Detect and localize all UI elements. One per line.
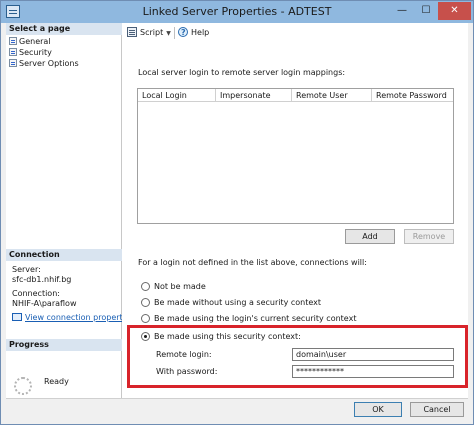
radio-button[interactable] xyxy=(141,314,150,323)
column-header-remote-password[interactable]: Remote Password xyxy=(372,89,453,102)
login-mappings-grid[interactable]: Local Login Impersonate Remote User Remo… xyxy=(137,88,454,224)
page-item-security[interactable]: Security xyxy=(9,47,52,58)
script-button[interactable]: Script ▼ xyxy=(127,27,171,40)
help-icon xyxy=(178,27,188,39)
title-bar[interactable]: Linked Server Properties - ADTEST — ☐ ✕ xyxy=(1,1,473,23)
radio-current-security-context[interactable]: Be made using the login's current securi… xyxy=(141,313,356,324)
view-connection-properties-label: View connection properties xyxy=(25,313,134,322)
radio-label: Be made without using a security context xyxy=(154,298,322,307)
page-item-label: Security xyxy=(19,48,52,57)
page-icon xyxy=(9,37,17,45)
radio-without-security-context[interactable]: Be made without using a security context xyxy=(141,297,321,308)
page-item-label: Server Options xyxy=(19,59,79,68)
connection-label: Connection: xyxy=(12,289,60,298)
toolbar: Script▼ Help xyxy=(122,23,468,43)
radio-label: Be made using the login's current securi… xyxy=(154,314,357,323)
server-value: sfc-db1.nhif.bg xyxy=(12,275,72,284)
progress-header: Progress xyxy=(6,339,122,351)
remote-login-label: Remote login: xyxy=(156,350,212,359)
help-button[interactable]: Help xyxy=(178,27,209,39)
connection-value: NHIF-A\paraflow xyxy=(12,299,77,308)
server-label: Server: xyxy=(12,265,41,274)
close-button[interactable]: ✕ xyxy=(438,2,471,20)
page-icon xyxy=(9,59,17,67)
script-label: Script xyxy=(140,28,164,37)
cancel-button[interactable]: Cancel xyxy=(410,402,464,417)
left-pane: Select a page General Security Server Op… xyxy=(6,23,134,398)
minimize-button[interactable]: — xyxy=(390,2,414,20)
not-defined-label: For a login not defined in the list abov… xyxy=(138,258,367,267)
toolbar-separator xyxy=(174,27,175,39)
help-label: Help xyxy=(191,28,210,37)
radio-not-be-made[interactable]: Not be made xyxy=(141,281,206,292)
view-connection-properties-link[interactable]: View connection properties xyxy=(12,313,134,322)
password-label: With password: xyxy=(156,367,218,376)
progress-status: Ready xyxy=(44,377,69,386)
remote-login-input[interactable]: domain\user xyxy=(292,348,454,361)
page-item-label: General xyxy=(19,37,51,46)
mapping-label: Local server login to remote server logi… xyxy=(138,68,346,77)
radio-button[interactable] xyxy=(141,282,150,291)
add-mapping-button[interactable]: Add xyxy=(345,229,395,244)
column-header-impersonate[interactable]: Impersonate xyxy=(216,89,292,102)
select-page-header: Select a page xyxy=(6,23,122,35)
right-pane: Script▼ Help Local server login to remot… xyxy=(122,23,468,398)
dialog-footer: OK Cancel xyxy=(6,398,468,424)
linked-server-properties-window: Linked Server Properties - ADTEST — ☐ ✕ … xyxy=(0,0,474,425)
connection-header: Connection xyxy=(6,249,122,261)
progress-spinner-icon xyxy=(14,377,32,395)
column-header-remote-user[interactable]: Remote User xyxy=(292,89,372,102)
remove-mapping-button[interactable]: Remove xyxy=(404,229,454,244)
radio-button[interactable] xyxy=(141,298,150,307)
radio-label: Not be made xyxy=(154,282,206,291)
maximize-button[interactable]: ☐ xyxy=(414,2,438,20)
connection-properties-icon xyxy=(12,313,22,321)
page-icon xyxy=(9,48,17,56)
password-input[interactable]: ************ xyxy=(292,365,454,378)
chevron-down-icon[interactable]: ▼ xyxy=(166,30,171,37)
grid-header: Local Login Impersonate Remote User Remo… xyxy=(138,89,453,102)
script-icon xyxy=(127,27,137,37)
page-item-server-options[interactable]: Server Options xyxy=(9,58,79,69)
ok-button[interactable]: OK xyxy=(354,402,402,417)
column-header-local-login[interactable]: Local Login xyxy=(138,89,216,102)
page-item-general[interactable]: General xyxy=(9,36,51,47)
